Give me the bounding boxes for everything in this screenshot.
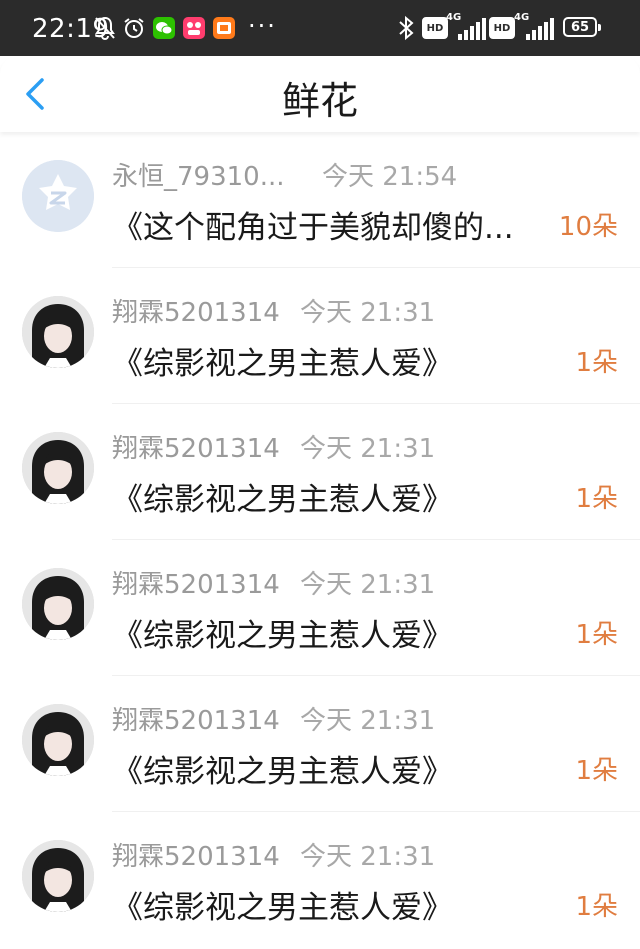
more-notifications-icon: ··· [248,12,277,40]
book-title: 《综影视之男主惹人爱》 [112,890,453,926]
sender-name: 翔霖5201314 [112,434,280,464]
list-item[interactable]: 翔霖5201314 今天 21:31 《综影视之男主惹人爱》 1朵 [0,540,640,676]
signal-icon-2: 4G [514,12,560,42]
shopping-app-icon [212,14,236,42]
flower-list: 永恒_79310... 今天 21:54 《这个配角过于美貌却傻的... 10朵… [0,132,640,948]
default-avatar-icon [22,160,94,232]
sender-name: 翔霖5201314 [112,570,280,600]
send-time: 今天 21:31 [300,706,436,736]
sender-name: 翔霖5201314 [112,706,280,736]
list-item[interactable]: 翔霖5201314 今天 21:31 《综影视之男主惹人爱》 1朵 [0,268,640,404]
send-time: 今天 21:31 [300,298,436,328]
battery-icon: 65 [563,17,601,37]
flower-count: 1朵 [575,484,618,514]
list-item[interactable]: 翔霖5201314 今天 21:31 《综影视之男主惹人爱》 1朵 [0,676,640,812]
list-item[interactable]: 永恒_79310... 今天 21:54 《这个配角过于美貌却傻的... 10朵 [0,132,640,268]
user-photo-icon [22,432,94,504]
avatar[interactable] [22,160,94,232]
user-photo-icon [22,704,94,776]
page-title: 鲜花 [281,79,358,123]
hd-voice-icon: HD [422,14,448,42]
bluetooth-icon [398,14,414,42]
avatar[interactable] [22,296,94,368]
send-time: 今天 21:54 [322,162,458,192]
list-item[interactable]: 翔霖5201314 今天 21:31 《综影视之男主惹人爱》 1朵 [0,812,640,948]
book-title: 《综影视之男主惹人爱》 [112,346,453,382]
app-icon [182,14,206,42]
sender-name: 翔霖5201314 [112,842,280,872]
flower-count: 1朵 [575,756,618,786]
flower-count: 1朵 [575,892,618,922]
hd-voice-icon-2: HD [489,14,515,42]
alarm-icon [122,14,146,42]
send-time: 今天 21:31 [300,570,436,600]
avatar[interactable] [22,568,94,640]
flower-count: 1朵 [575,620,618,650]
user-photo-icon [22,296,94,368]
book-title: 《综影视之男主惹人爱》 [112,618,453,654]
flower-count: 1朵 [575,348,618,378]
mute-bell-icon [94,14,116,42]
book-title: 《综影视之男主惹人爱》 [112,482,453,518]
avatar[interactable] [22,840,94,912]
nav-header: 鲜花 [0,56,640,132]
sender-name: 翔霖5201314 [112,298,280,328]
sender-name: 永恒_79310... [112,162,285,192]
status-bar: 22:19 ··· HD 4G HD 4G 65 [0,0,640,56]
user-photo-icon [22,840,94,912]
send-time: 今天 21:31 [300,434,436,464]
signal-icon: 4G [446,12,492,42]
flower-count: 10朵 [558,212,618,242]
avatar[interactable] [22,432,94,504]
user-photo-icon [22,568,94,640]
wechat-icon [152,14,176,42]
list-item[interactable]: 翔霖5201314 今天 21:31 《综影视之男主惹人爱》 1朵 [0,404,640,540]
book-title: 《这个配角过于美貌却傻的... [112,210,514,246]
send-time: 今天 21:31 [300,842,436,872]
book-title: 《综影视之男主惹人爱》 [112,754,453,790]
avatar[interactable] [22,704,94,776]
